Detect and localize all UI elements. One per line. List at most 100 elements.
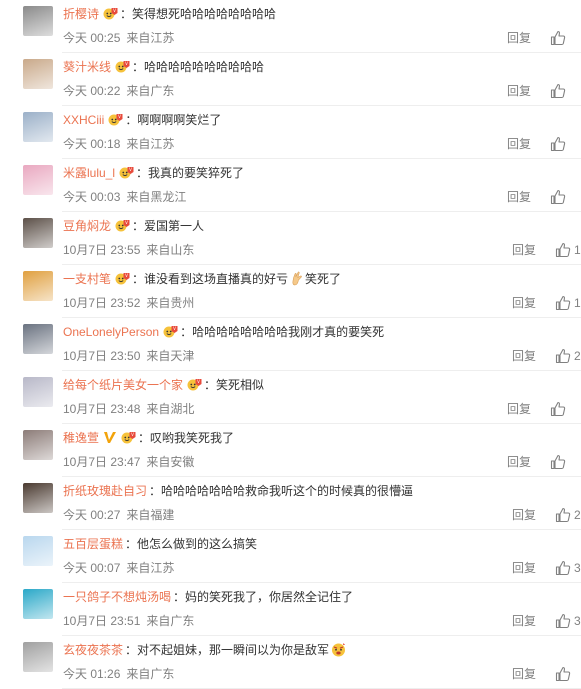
reply-button[interactable]: 回复 [507,136,531,152]
comment-meta: 10月7日 23:51 来自广东 [63,614,194,628]
comment-line: 折纸玫瑰赴自习 ：哈哈哈哈哈哈哈救命我听这个的时候真的很懵逼 [63,483,521,499]
avatar[interactable] [23,6,53,36]
verified-v-icon [103,431,117,444]
comment-time: 10月7日 23:52 [63,296,141,310]
comment-colon: ： [138,431,151,445]
comment-text: 笑得想死哈哈哈哈哈哈哈哈 [132,7,277,21]
comment-text: 笑死相似 [216,378,265,392]
like-icon[interactable] [555,348,571,364]
reply-button[interactable]: 回复 [512,242,536,258]
username-link[interactable]: 折纸玫瑰赴自习 [63,484,147,498]
comment-time: 今天 00:18 [63,137,121,151]
comment-source: 来自广东 [126,667,175,681]
like-icon[interactable] [555,242,571,258]
username-link[interactable]: 豆角焖龙 [63,219,111,233]
username-link[interactable]: 折樱诗 [63,7,99,21]
username-link[interactable]: XXHCiii [63,113,104,127]
like-icon[interactable] [555,560,571,576]
comment-time: 今天 00:27 [63,508,121,522]
avatar[interactable] [23,483,53,513]
like-icon[interactable] [550,401,566,417]
like-icon[interactable] [555,295,571,311]
reply-button[interactable]: 回复 [512,613,536,629]
avatar[interactable] [23,218,53,248]
vip-badge-icon: V [163,325,178,338]
reply-button[interactable]: 回复 [512,560,536,576]
like-count: 3 [574,614,581,628]
comment-item: 折樱诗 V ：笑得想死哈哈哈哈哈哈哈哈 今天 00:25 来自江苏 回复 [0,0,581,53]
ok-hand-emoji-icon [290,271,305,286]
avatar[interactable] [23,377,53,407]
reply-button[interactable]: 回复 [507,83,531,99]
username-link[interactable]: 一只鸽子不想炖汤喝 [63,590,171,604]
like-icon[interactable] [550,30,566,46]
comment-time: 10月7日 23:51 [63,614,141,628]
comment-item: XXHCiii V ：啊啊啊啊笑烂了 今天 00:18 来自江苏 回复 [0,106,581,159]
reply-button[interactable]: 回复 [512,295,536,311]
comment-line: 米露lulu_l V ：我真的要笑猝死了 [63,165,521,181]
avatar[interactable] [23,642,53,672]
comment-item: 米露lulu_l V ：我真的要笑猝死了 今天 00:03 来自黑龙江 回复 [0,159,581,212]
username-link[interactable]: 米露lulu_l [63,166,115,180]
comment-colon: ： [132,219,145,233]
like-icon[interactable] [550,136,566,152]
comment-time: 今天 00:07 [63,561,121,575]
svg-text:V: V [125,61,128,66]
username-link[interactable]: 稚逸萱 [63,431,99,445]
avatar[interactable] [23,59,53,89]
avatar[interactable] [23,589,53,619]
avatar[interactable] [23,324,53,354]
like-icon[interactable] [555,507,571,523]
comment-line: 一只鸽子不想炖汤喝 ：妈的笑死我了，你居然全记住了 [63,589,521,605]
username-link[interactable]: 玄夜夜茶茶 [63,643,123,657]
comment-colon: ： [120,7,133,21]
vip-badge-icon: V [115,219,130,232]
username-link[interactable]: 五百层蛋糕 [63,537,123,551]
comment-source: 来自安徽 [146,455,195,469]
like-icon[interactable] [550,83,566,99]
username-link[interactable]: 给每个纸片美女一个家 [63,378,183,392]
username-link[interactable]: 葵汁米线 [63,60,111,74]
comment-meta: 今天 01:26 来自广东 [63,667,174,681]
comment-colon: ： [180,325,193,339]
avatar[interactable] [23,112,53,142]
reply-button[interactable]: 回复 [507,189,531,205]
svg-text:V: V [129,167,132,172]
avatar[interactable] [23,165,53,195]
reply-button[interactable]: 回复 [507,30,531,46]
comment-text: 啊啊啊啊笑烂了 [137,113,222,127]
comment-colon: ： [149,484,162,498]
comment-line: 五百层蛋糕 ：他怎么做到的这么搞笑 [63,536,521,552]
comment-text: 爱国第一人 [144,219,205,233]
reply-button[interactable]: 回复 [507,454,531,470]
svg-text:V: V [197,379,200,384]
svg-text:V: V [113,8,116,13]
reply-button[interactable]: 回复 [512,348,536,364]
comment-source: 来自广东 [146,614,195,628]
comment-source: 来自江苏 [126,137,175,151]
reply-button[interactable]: 回复 [507,401,531,417]
avatar[interactable] [23,271,53,301]
comment-source: 来自贵州 [146,296,195,310]
comment-meta: 10月7日 23:50 来自天津 [63,349,194,363]
like-icon[interactable] [550,454,566,470]
avatar[interactable] [23,430,53,460]
comment-item: 折纸玫瑰赴自习 ：哈哈哈哈哈哈哈救命我听这个的时候真的很懵逼 今天 00:27 来自福… [0,477,581,530]
comment-time: 今天 00:22 [63,84,121,98]
comment-line: 豆角焖龙 V ：爱国第一人 [63,218,521,234]
like-count: 3 [574,561,581,575]
avatar[interactable] [23,536,53,566]
like-icon[interactable] [555,613,571,629]
reply-button[interactable]: 回复 [512,507,536,523]
comment-item: 玄夜夜茶茶 ：对不起姐妹，那一瞬间以为你是敌军 今天 01:26 来自广东 回复 [0,636,581,689]
comment-item: 五百层蛋糕 ：他怎么做到的这么搞笑 今天 00:07 来自江苏 回复 3 [0,530,581,583]
username-link[interactable]: OneLonelyPerson [63,325,159,339]
like-count: 2 [574,349,581,363]
vip-badge-icon: V [115,60,130,73]
like-count: 1 [574,296,581,310]
comment-list: 折樱诗 V ：笑得想死哈哈哈哈哈哈哈哈 今天 00:25 来自江苏 回复 葵汁米线 V ：哈哈哈… [0,0,581,689]
comment-text: 哈哈哈哈哈哈哈救命我听这个的时候真的很懵逼 [161,484,414,498]
comment-colon: ： [125,537,138,551]
like-icon[interactable] [550,189,566,205]
username-link[interactable]: 一支村笔 [63,272,111,286]
